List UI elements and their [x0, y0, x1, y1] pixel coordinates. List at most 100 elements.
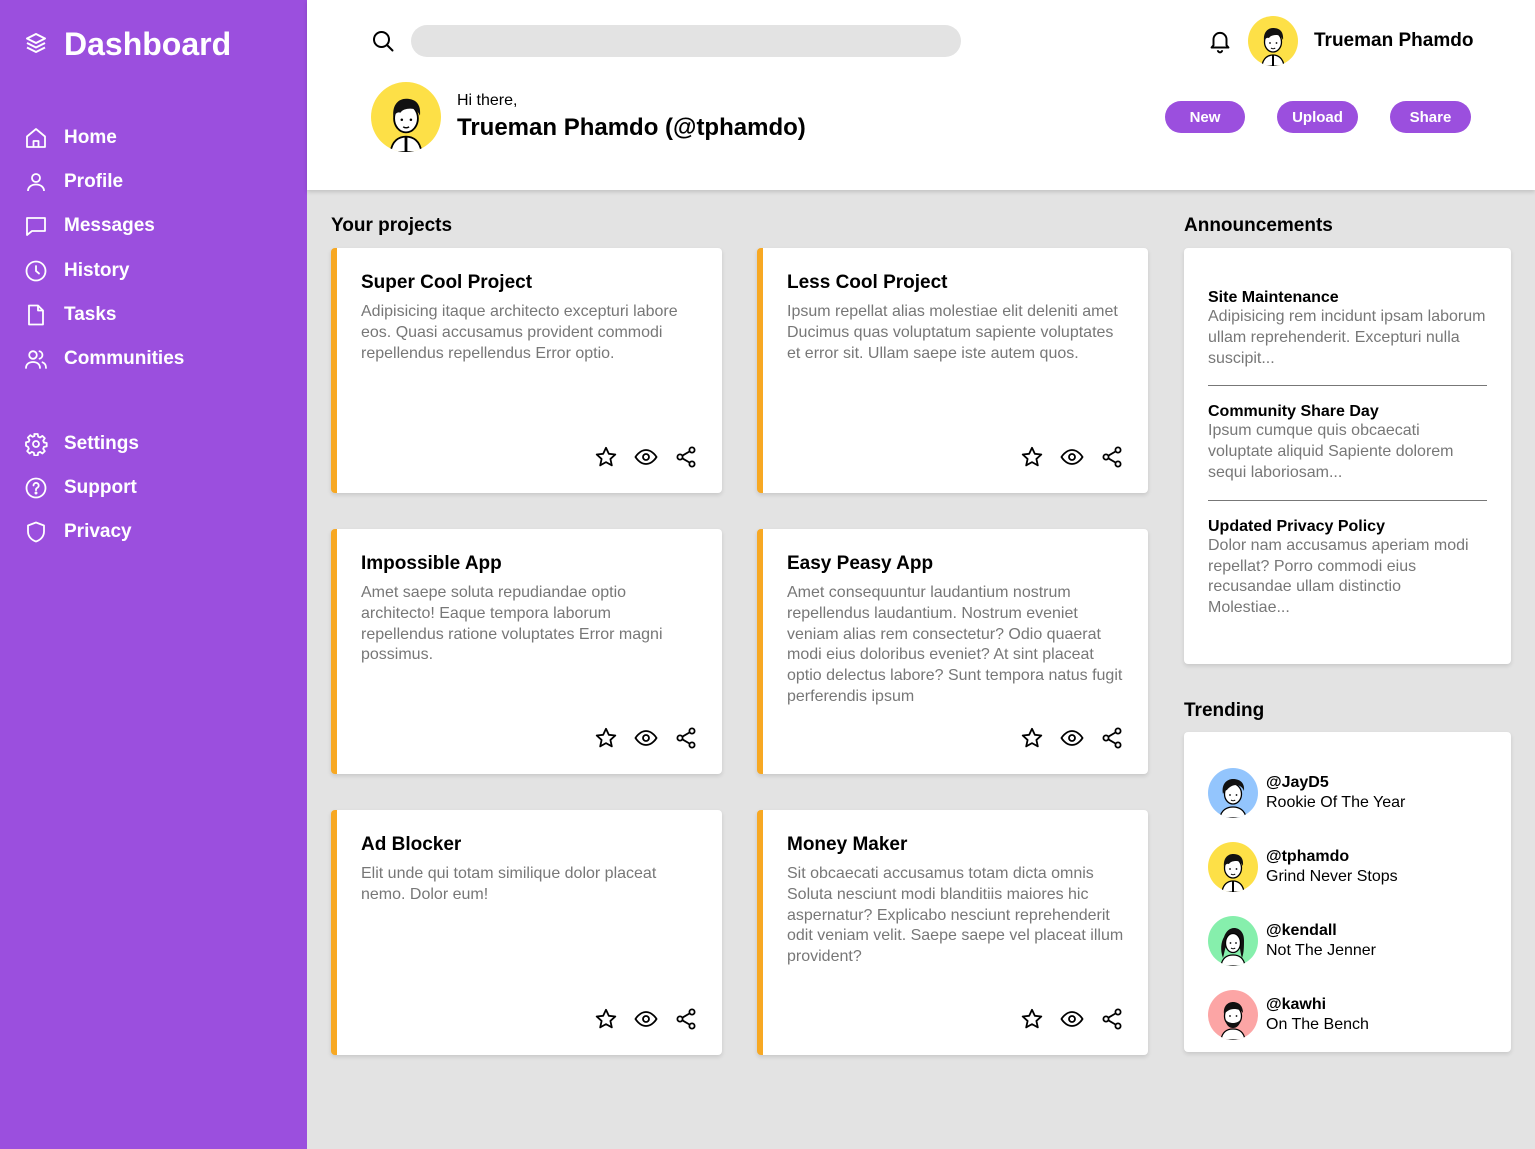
home-icon: [26, 128, 46, 148]
announcement-item[interactable]: Updated Privacy Policy Dolor nam accusam…: [1208, 517, 1487, 635]
share-icon[interactable]: [674, 445, 698, 469]
sidebar-item-label: Tasks: [64, 303, 117, 325]
card-actions: [1004, 1007, 1124, 1031]
upload-button[interactable]: Upload: [1277, 101, 1358, 133]
announcement-item[interactable]: Site Maintenance Adipisicing rem incidun…: [1208, 288, 1487, 387]
star-icon[interactable]: [594, 1007, 618, 1031]
sidebar-item-support[interactable]: Support: [24, 466, 284, 510]
sidebar-item-privacy[interactable]: Privacy: [24, 510, 284, 554]
sidebar-item-label: Profile: [64, 171, 124, 193]
avatar: [1208, 768, 1258, 818]
share-icon[interactable]: [1100, 445, 1124, 469]
announcement-title: Site Maintenance: [1208, 289, 1339, 306]
avatar[interactable]: [1248, 16, 1298, 66]
card-actions: [1004, 445, 1124, 469]
trending-item[interactable]: @JayD5 Rookie Of The Year: [1208, 756, 1487, 830]
card-actions: [578, 726, 698, 750]
sidebar-item-communities[interactable]: Communities: [24, 337, 284, 381]
project-card[interactable]: Money Maker Sit obcaecati accusamus tota…: [757, 810, 1148, 1055]
share-icon[interactable]: [674, 1007, 698, 1031]
brand[interactable]: Dashboard: [24, 24, 231, 64]
announcement-body: Dolor nam accusamus aperiam modi repella…: [1208, 536, 1469, 617]
eye-icon[interactable]: [1060, 726, 1084, 750]
announcement-body: Ipsum cumque quis obcaecati voluptate al…: [1208, 422, 1454, 481]
sidebar-item-profile[interactable]: Profile: [24, 160, 284, 204]
project-card[interactable]: Easy Peasy App Amet consequuntur laudant…: [757, 529, 1148, 774]
project-card[interactable]: Super Cool Project Adipisicing itaque ar…: [331, 248, 722, 493]
eye-icon[interactable]: [1060, 445, 1084, 469]
avatar-illustration: [1221, 854, 1245, 892]
announcement-title: Updated Privacy Policy: [1208, 517, 1385, 535]
sidebar-item-settings[interactable]: Settings: [24, 422, 284, 466]
trending-heading: Trending: [1184, 700, 1265, 721]
avatar-illustration: [1220, 1002, 1246, 1040]
projects-heading: Your projects: [331, 215, 453, 236]
clock-icon: [25, 260, 47, 282]
sidebar-item-label: Settings: [64, 433, 139, 455]
avatar-illustration: [1261, 28, 1285, 66]
project-description: Adipisicing itaque architecto excepturi …: [361, 303, 678, 362]
chat-icon: [26, 217, 46, 237]
eye-icon[interactable]: [1060, 1007, 1084, 1031]
bell-icon[interactable]: [1207, 28, 1233, 54]
announcements-panel: Site Maintenance Adipisicing rem incidun…: [1184, 248, 1511, 664]
profile-display-name: Trueman Phamdo (@tphamdo): [457, 114, 806, 141]
new-button[interactable]: New: [1165, 101, 1245, 133]
sidebar-item-messages[interactable]: Messages: [24, 204, 284, 248]
sidebar-item-label: Home: [64, 127, 117, 149]
card-actions: [1004, 726, 1124, 750]
trending-item[interactable]: @kendall Not The Jenner: [1208, 904, 1487, 978]
star-icon[interactable]: [1020, 445, 1044, 469]
users-icon: [25, 350, 47, 369]
announcements-heading: Announcements: [1184, 215, 1333, 236]
project-description: Amet consequuntur laudantium nostrum rep…: [787, 584, 1123, 705]
announcement-item[interactable]: Community Share Day Ipsum cumque quis ob…: [1208, 402, 1487, 501]
primary-nav: Home Profile Messages History Tasks Comm…: [24, 116, 284, 381]
trending-handle: @kawhi: [1266, 996, 1327, 1013]
star-icon[interactable]: [1020, 726, 1044, 750]
trending-item[interactable]: @kawhi On The Bench: [1208, 978, 1487, 1052]
eye-icon[interactable]: [634, 726, 658, 750]
sidebar-item-home[interactable]: Home: [24, 116, 284, 160]
shield-icon: [27, 522, 45, 543]
search-icon[interactable]: [371, 29, 395, 53]
sidebar-item-label: Messages: [64, 215, 155, 237]
project-card[interactable]: Ad Blocker Elit unde qui totam similique…: [331, 810, 722, 1055]
sidebar-item-label: Privacy: [64, 521, 132, 543]
trending-tagline: Not The Jenner: [1266, 942, 1376, 959]
gear-icon: [25, 433, 48, 457]
share-button[interactable]: Share: [1390, 101, 1471, 133]
sidebar-item-tasks[interactable]: Tasks: [24, 293, 284, 337]
share-icon[interactable]: [1100, 726, 1124, 750]
help-icon: [25, 477, 47, 499]
trending-tagline: Rookie Of The Year: [1266, 794, 1406, 811]
profile-avatar: [371, 82, 441, 152]
trending-item[interactable]: @tphamdo Grind Never Stops: [1208, 830, 1487, 904]
brand-title: Dashboard: [64, 26, 232, 62]
share-icon[interactable]: [674, 726, 698, 750]
star-icon[interactable]: [594, 445, 618, 469]
trending-tagline: On The Bench: [1266, 1016, 1369, 1033]
header-username[interactable]: Trueman Phamdo: [1314, 30, 1473, 52]
announcement-body: Adipisicing rem incidunt ipsam laborum u…: [1208, 308, 1486, 367]
search-input[interactable]: [411, 25, 961, 57]
trending-panel: @JayD5 Rookie Of The Year @tphamdo Grind…: [1184, 732, 1511, 1052]
project-description: Elit unde qui totam similique dolor plac…: [361, 865, 657, 903]
project-card[interactable]: Impossible App Amet saepe soluta repudia…: [331, 529, 722, 774]
trending-handle: @JayD5: [1266, 774, 1329, 791]
star-icon[interactable]: [594, 726, 618, 750]
share-icon[interactable]: [1100, 1007, 1124, 1031]
project-description: Ipsum repellat alias molestiae elit dele…: [787, 303, 1118, 362]
project-title: Impossible App: [361, 553, 502, 574]
star-icon[interactable]: [1020, 1007, 1044, 1031]
sidebar-item-history[interactable]: History: [24, 249, 284, 293]
document-icon: [28, 304, 44, 326]
project-card[interactable]: Less Cool Project Ipsum repellat alias m…: [757, 248, 1148, 493]
sidebar-item-label: History: [64, 259, 130, 281]
eye-icon[interactable]: [634, 445, 658, 469]
sidebar: Dashboard Home Profile Messages History …: [0, 0, 307, 1149]
top-header: Trueman Phamdo Hi there, Trueman Phamdo …: [307, 0, 1535, 190]
eye-icon[interactable]: [634, 1007, 658, 1031]
layers-icon: [26, 33, 46, 53]
project-description: Sit obcaecati accusamus totam dicta omni…: [787, 865, 1124, 966]
